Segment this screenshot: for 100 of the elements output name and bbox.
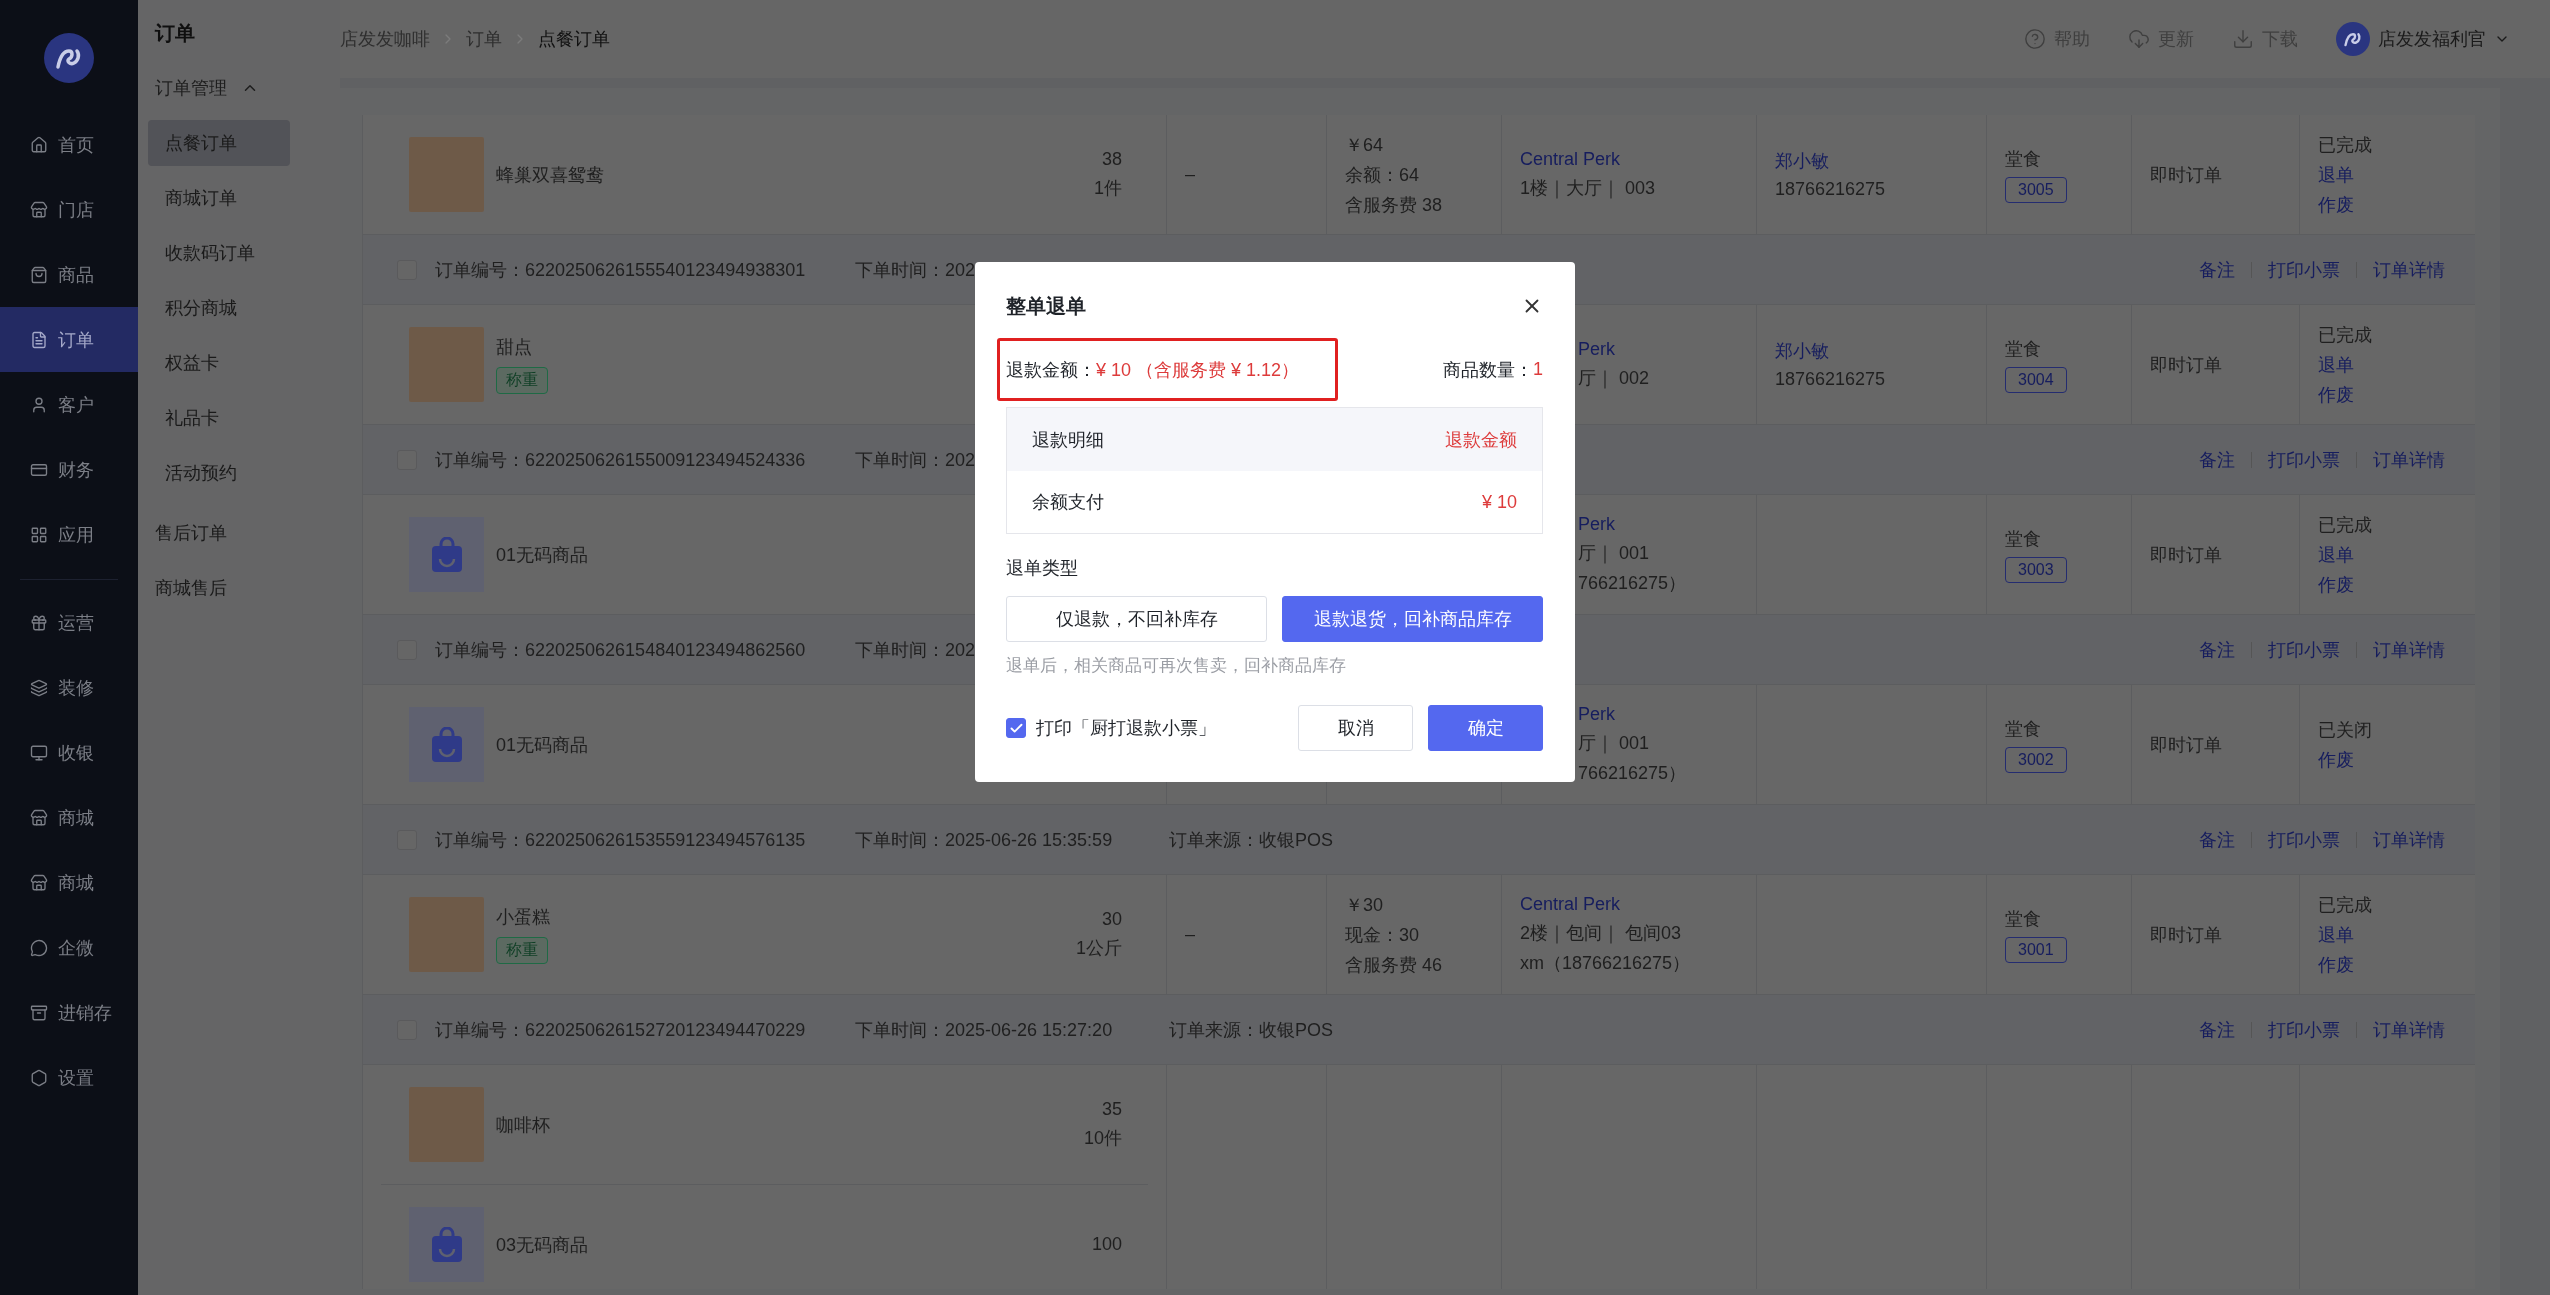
submenu-item[interactable]: 收款码订单 — [148, 230, 290, 276]
submenu-item[interactable]: 权益卡 — [148, 340, 290, 386]
order-action-link[interactable]: 作废 — [2318, 192, 2458, 217]
store-icon — [30, 200, 48, 219]
order-header-link[interactable]: 订单详情 — [2373, 447, 2445, 472]
refund-type-option[interactable]: 仅退款，不回补库存 — [1006, 596, 1267, 642]
column-header: 退款明细 — [1032, 428, 1104, 452]
store-link[interactable]: Perk — [1578, 339, 1680, 360]
sidebar-item[interactable]: 收银 — [0, 720, 138, 785]
sidebar-item[interactable]: 设置 — [0, 1045, 138, 1110]
sidebar-item[interactable]: 财务 — [0, 437, 138, 502]
order-header-link[interactable]: 备注 — [2199, 447, 2235, 472]
user-menu[interactable]: 店发发福利官 — [2336, 22, 2510, 56]
logo — [44, 33, 94, 83]
payment-text: 余额：64 — [1345, 163, 1421, 187]
submenu-item[interactable]: 积分商城 — [148, 285, 290, 331]
submenu-item[interactable]: 礼品卡 — [148, 395, 290, 441]
sidebar-item[interactable]: 订单 — [0, 307, 138, 372]
sidebar-item[interactable]: 商品 — [0, 242, 138, 307]
submenu-item[interactable]: 商城售后 — [148, 560, 330, 615]
order-header-link[interactable]: 打印小票 — [2268, 827, 2340, 852]
document-icon — [30, 330, 48, 349]
sidebar-item[interactable]: 客户 — [0, 372, 138, 437]
dining-mode: 堂食 — [2005, 527, 2042, 551]
submenu-group[interactable]: 订单管理 — [148, 56, 330, 120]
product-price: 30 — [1101, 909, 1122, 930]
refund-amount-label: 退款金额： — [1006, 358, 1096, 382]
location-text: 厅｜ 001 — [1578, 732, 1651, 755]
submenu-item[interactable]: 商城订单 — [148, 175, 290, 221]
breadcrumb-link[interactable]: 点餐订单 — [538, 27, 610, 51]
submenu-item[interactable]: 售后订单 — [148, 505, 330, 560]
sidebar-item[interactable]: 运营 — [0, 590, 138, 655]
customer-link[interactable]: 郑小敏 — [1775, 149, 1968, 173]
order-action-link[interactable]: 退单 — [2318, 922, 2458, 947]
store-link[interactable]: Central Perk — [1520, 894, 1738, 915]
order-number: 订单编号：6220250626154840123494862560 — [435, 638, 807, 662]
dining-mode: 堂食 — [2005, 147, 2042, 171]
order-action-link[interactable]: 退单 — [2318, 162, 2458, 187]
customer-phone: 18766216275 — [1775, 369, 1887, 390]
breadcrumb-link[interactable]: 订单 — [466, 27, 502, 51]
order-action-link[interactable]: 作废 — [2318, 747, 2458, 772]
order-header-link[interactable]: 备注 — [2199, 1017, 2235, 1042]
order-header-link[interactable]: 订单详情 — [2373, 257, 2445, 282]
order-action-link[interactable]: 作废 — [2318, 382, 2458, 407]
home-icon — [30, 135, 48, 154]
sidebar-item[interactable]: 商城 — [0, 785, 138, 850]
order-header-link[interactable]: 订单详情 — [2373, 637, 2445, 662]
order-header-link[interactable]: 备注 — [2199, 827, 2235, 852]
order-header-link[interactable]: 打印小票 — [2268, 257, 2340, 282]
order-time: 下单时间：2025-06-26 15:35:59 — [855, 828, 1113, 852]
chat-bubble-icon — [30, 938, 48, 957]
order-status: 已完成 — [2318, 893, 2373, 917]
order-header-link[interactable]: 打印小票 — [2268, 1017, 2340, 1042]
store-link[interactable]: Perk — [1578, 704, 1680, 725]
order-type: 即时订单 — [2150, 923, 2223, 947]
confirm-button[interactable]: 确定 — [1428, 705, 1543, 751]
product-price: 38 — [1101, 149, 1122, 170]
order-header-link[interactable]: 订单详情 — [2373, 1017, 2445, 1042]
cancel-button[interactable]: 取消 — [1298, 705, 1413, 751]
order-action-link[interactable]: 退单 — [2318, 542, 2458, 567]
breadcrumb-link[interactable]: 店发发咖啡 — [340, 27, 430, 51]
store-icon — [30, 808, 48, 827]
payment-text: ￥30 — [1345, 893, 1385, 917]
store-link[interactable]: Central Perk — [1520, 149, 1738, 170]
order-time: 下单时间：2025-06-26 15:27:20 — [855, 1018, 1113, 1042]
order-type: 即时订单 — [2150, 733, 2223, 757]
sidebar-item[interactable]: 商城 — [0, 850, 138, 915]
order-source: 订单来源：收银POS — [1169, 1018, 1333, 1042]
table-number-tag: 3005 — [2005, 176, 2067, 203]
order-action-link[interactable]: 退单 — [2318, 352, 2458, 377]
location-text: 厅｜ 002 — [1578, 367, 1651, 390]
print-checkbox[interactable] — [1006, 718, 1026, 738]
order-header-link[interactable]: 打印小票 — [2268, 637, 2340, 662]
submenu-item[interactable]: 活动预约 — [148, 450, 290, 496]
order-source: 订单来源：收银POS — [1169, 828, 1333, 852]
order-status: 已完成 — [2318, 323, 2373, 347]
order-action-link[interactable]: 作废 — [2318, 952, 2458, 977]
refund-type-option[interactable]: 退款退货，回补商品库存 — [1282, 596, 1543, 642]
dialog-title: 整单退单 — [1006, 293, 1086, 319]
sidebar-item[interactable]: 应用 — [0, 502, 138, 567]
sidebar-item[interactable]: 企微 — [0, 915, 138, 980]
table-cell-text: 余额支付 — [1032, 491, 1104, 514]
sidebar-item[interactable]: 首页 — [0, 112, 138, 177]
sidebar-item[interactable]: 进销存 — [0, 980, 138, 1045]
store-link[interactable]: Perk — [1578, 514, 1680, 535]
sidebar-item[interactable]: 门店 — [0, 177, 138, 242]
sidebar-item[interactable]: 装修 — [0, 655, 138, 720]
order-status: 已关闭 — [2318, 718, 2373, 742]
order-action-link[interactable]: 作废 — [2318, 572, 2458, 597]
refund-amount-value: ¥ 10 （含服务费 ¥ 1.12） — [1096, 358, 1300, 382]
product-name: 咖啡杯 — [496, 1113, 550, 1137]
order-header-link[interactable]: 打印小票 — [2268, 447, 2340, 472]
customer-link[interactable]: 郑小敏 — [1775, 339, 1968, 363]
order-header-link[interactable]: 备注 — [2199, 257, 2235, 282]
location-text: 1楼｜大厅｜ 003 — [1520, 177, 1657, 200]
submenu-item[interactable]: 点餐订单 — [148, 120, 290, 166]
shopping-bag-icon — [429, 536, 464, 573]
table-number-tag: 3003 — [2005, 556, 2067, 583]
order-header-link[interactable]: 订单详情 — [2373, 827, 2445, 852]
order-header-link[interactable]: 备注 — [2199, 637, 2235, 662]
